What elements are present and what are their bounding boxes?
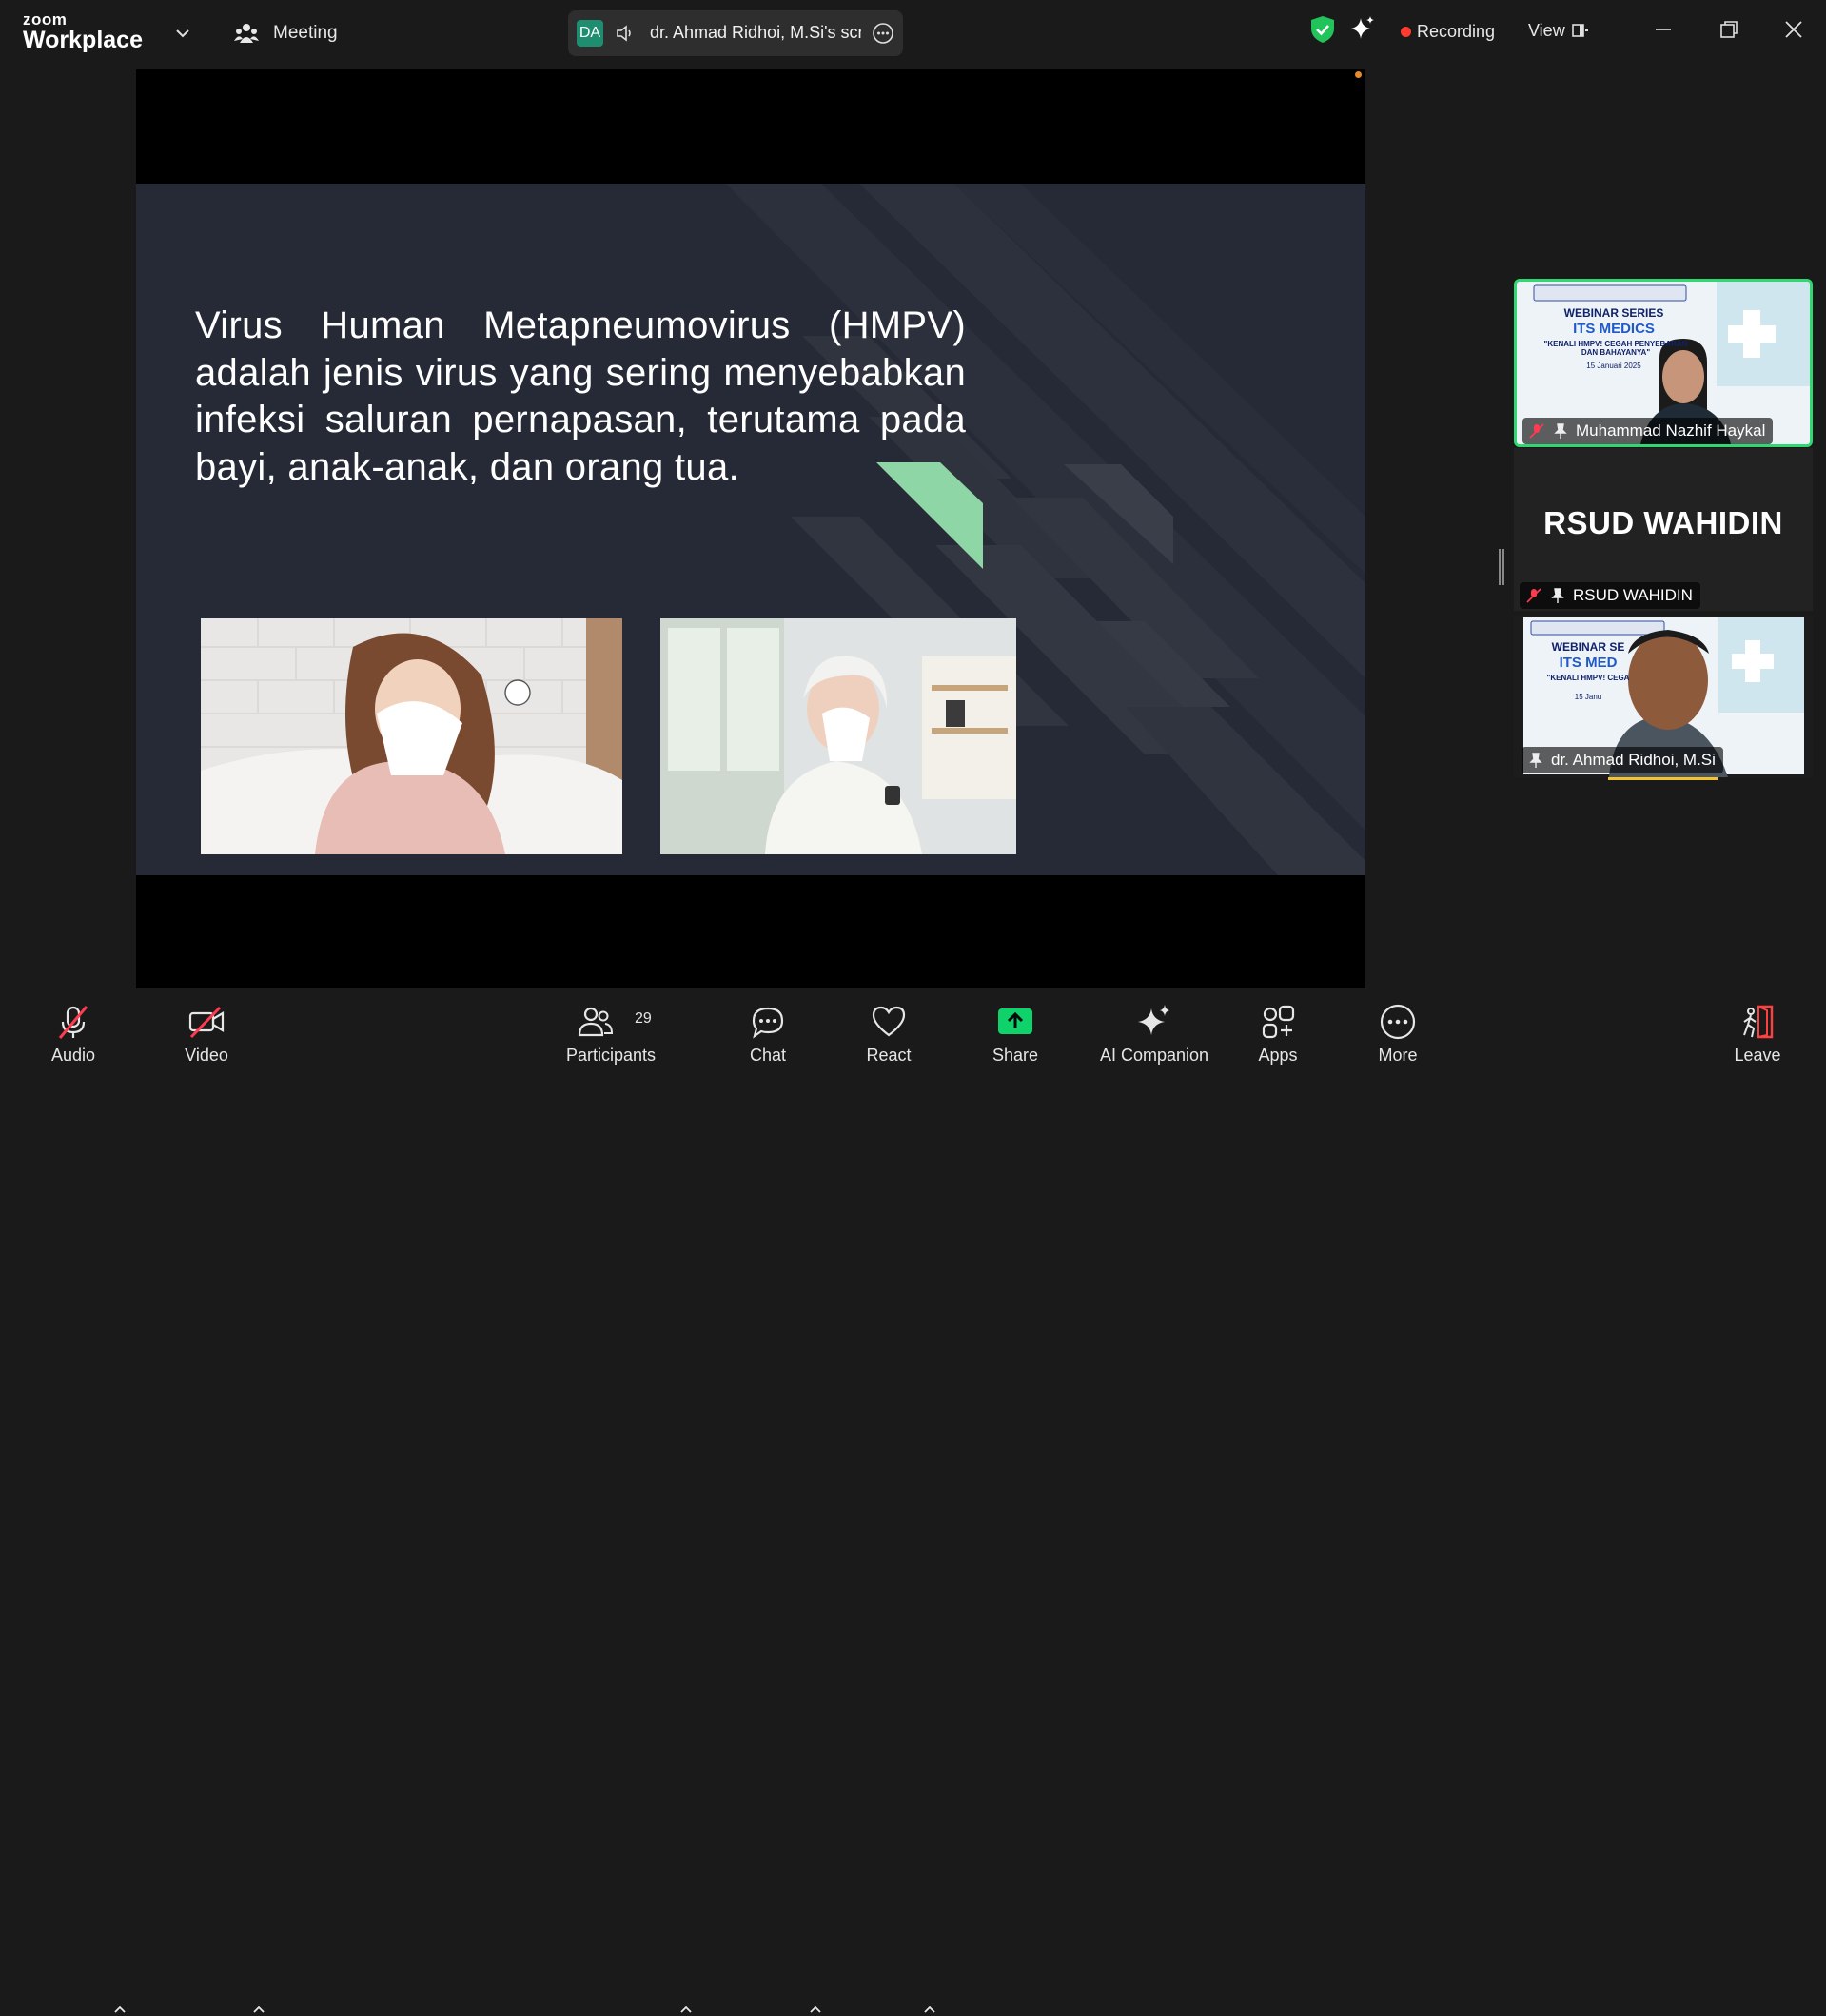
slide-body-text: Virus Human Metapneumovirus (HMPV) adala… xyxy=(195,304,966,488)
more-icon xyxy=(1380,1004,1416,1040)
banner-title: WEBINAR SERIES xyxy=(1563,306,1664,320)
audio-options-chevron-icon[interactable] xyxy=(113,2003,127,2016)
banner-date: 15 Januari 2025 xyxy=(1586,362,1641,370)
top-bar: zoom Workplace Meeting DA dr. Ahmad Ridh… xyxy=(0,0,1826,65)
banner-title: WEBINAR SE xyxy=(1551,640,1625,654)
react-label: React xyxy=(866,1046,912,1065)
active-speaker-indicator xyxy=(1608,777,1718,780)
recording-dot xyxy=(1401,27,1411,37)
banner-tagline: "KENALI HMPV! CEGAH PENYEBARAN DAN BAHAY… xyxy=(1543,340,1688,357)
leave-label: Leave xyxy=(1734,1046,1781,1065)
react-options-chevron-icon[interactable] xyxy=(923,2003,936,2016)
ai-companion-label: AI Companion xyxy=(1099,1046,1209,1065)
zoom-workplace-logo: zoom Workplace xyxy=(23,11,143,52)
logo-product: Workplace xyxy=(23,27,143,53)
apps-button[interactable]: Apps xyxy=(1240,989,1316,1070)
banner-subtitle: ITS MED xyxy=(1559,655,1618,671)
participant-tile-active-speaker[interactable]: WEBINAR SERIES ITS MEDICS "KENALI HMPV! … xyxy=(1514,279,1813,447)
share-button[interactable]: Share xyxy=(977,989,1053,1070)
more-label: More xyxy=(1378,1046,1418,1065)
girl-sneezing-image xyxy=(201,618,622,854)
speaker-icon[interactable] xyxy=(615,23,636,44)
participants-label: Participants xyxy=(565,1046,657,1065)
screen-share-indicator[interactable]: DA dr. Ahmad Ridhoi, M.Si's scr xyxy=(568,10,903,56)
restore-icon[interactable] xyxy=(1718,19,1739,40)
participants-button[interactable]: 29 Participants xyxy=(554,989,668,1070)
chat-options-chevron-icon[interactable] xyxy=(809,2003,822,2016)
ai-companion-button[interactable]: AI Companion xyxy=(1092,989,1216,1070)
more-options-icon[interactable] xyxy=(872,22,894,45)
participant-tile-rsud[interactable]: RSUD WAHIDIN RSUD WAHIDIN xyxy=(1514,448,1813,611)
participants-options-chevron-icon[interactable] xyxy=(679,2003,693,2016)
banner-subtitle: ITS MEDICS xyxy=(1573,321,1655,337)
panel-resize-handle[interactable] xyxy=(1499,549,1504,585)
banner-tagline: "KENALI HMPV! CEGA xyxy=(1546,674,1630,682)
minimize-icon[interactable] xyxy=(1653,19,1674,40)
video-button[interactable]: Video xyxy=(168,989,245,1070)
chat-button[interactable]: Chat xyxy=(730,989,806,1070)
heart-icon xyxy=(872,1006,906,1037)
recording-label[interactable]: Recording xyxy=(1417,22,1495,42)
participant-name-label: Muhammad Nazhif Haykal xyxy=(1522,418,1774,444)
audio-button[interactable]: Audio xyxy=(35,989,111,1070)
elderly-woman-sneezing-image xyxy=(660,618,1016,854)
meeting-people-icon[interactable] xyxy=(234,21,259,46)
banner-date: 15 Janu xyxy=(1574,693,1602,701)
more-button[interactable]: More xyxy=(1360,989,1436,1070)
audio-label: Audio xyxy=(50,1046,96,1065)
leave-door-icon xyxy=(1743,1005,1774,1039)
bottom-toolbar: Audio Video 29 Participants Chat React S… xyxy=(0,989,1826,2013)
ai-companion-sparkle-icon xyxy=(1138,1005,1169,1035)
share-label: Share xyxy=(992,1046,1039,1065)
share-indicator-dot xyxy=(1355,71,1362,78)
leave-button[interactable]: Leave xyxy=(1719,989,1796,1070)
view-button[interactable]: View xyxy=(1528,21,1565,41)
security-shield-icon[interactable] xyxy=(1309,15,1336,44)
chat-label: Chat xyxy=(749,1046,787,1065)
ai-sparkle-icon[interactable] xyxy=(1349,15,1376,42)
participants-icon xyxy=(578,1007,614,1037)
sharer-avatar: DA xyxy=(577,20,603,47)
sharer-name: dr. Ahmad Ridhoi, M.Si's scr xyxy=(650,23,861,42)
muted-mic-icon xyxy=(1526,588,1541,603)
presentation-slide: Virus Human Metapneumovirus (HMPV) adala… xyxy=(136,184,1365,875)
participants-count: 29 xyxy=(635,1010,652,1027)
apps-label: Apps xyxy=(1258,1046,1298,1065)
pin-icon xyxy=(1529,753,1542,768)
video-label: Video xyxy=(185,1046,228,1065)
chevron-down-icon[interactable] xyxy=(174,25,191,42)
share-screen-icon xyxy=(998,1008,1032,1034)
view-layout-icon[interactable] xyxy=(1572,22,1589,39)
chat-bubble-icon xyxy=(752,1007,784,1039)
pin-icon xyxy=(1551,588,1564,603)
participant-name-label: RSUD WAHIDIN xyxy=(1520,582,1700,609)
participant-name-label: dr. Ahmad Ridhoi, M.Si xyxy=(1522,747,1723,773)
close-icon[interactable] xyxy=(1783,19,1804,40)
participant-tile-dr-ahmad[interactable]: WEBINAR SE ITS MED "KENALI HMPV! CEGA 15… xyxy=(1514,616,1813,777)
video-options-chevron-icon[interactable] xyxy=(252,2003,265,2016)
participant-display-name: RSUD WAHIDIN xyxy=(1543,505,1783,540)
video-off-icon xyxy=(188,1006,225,1039)
meeting-label[interactable]: Meeting xyxy=(273,23,338,44)
pin-icon xyxy=(1554,423,1567,439)
logo-brand: zoom xyxy=(23,10,68,29)
apps-icon xyxy=(1262,1005,1295,1039)
muted-mic-icon xyxy=(1529,423,1544,439)
react-button[interactable]: React xyxy=(851,989,927,1070)
muted-mic-icon xyxy=(58,1006,88,1039)
